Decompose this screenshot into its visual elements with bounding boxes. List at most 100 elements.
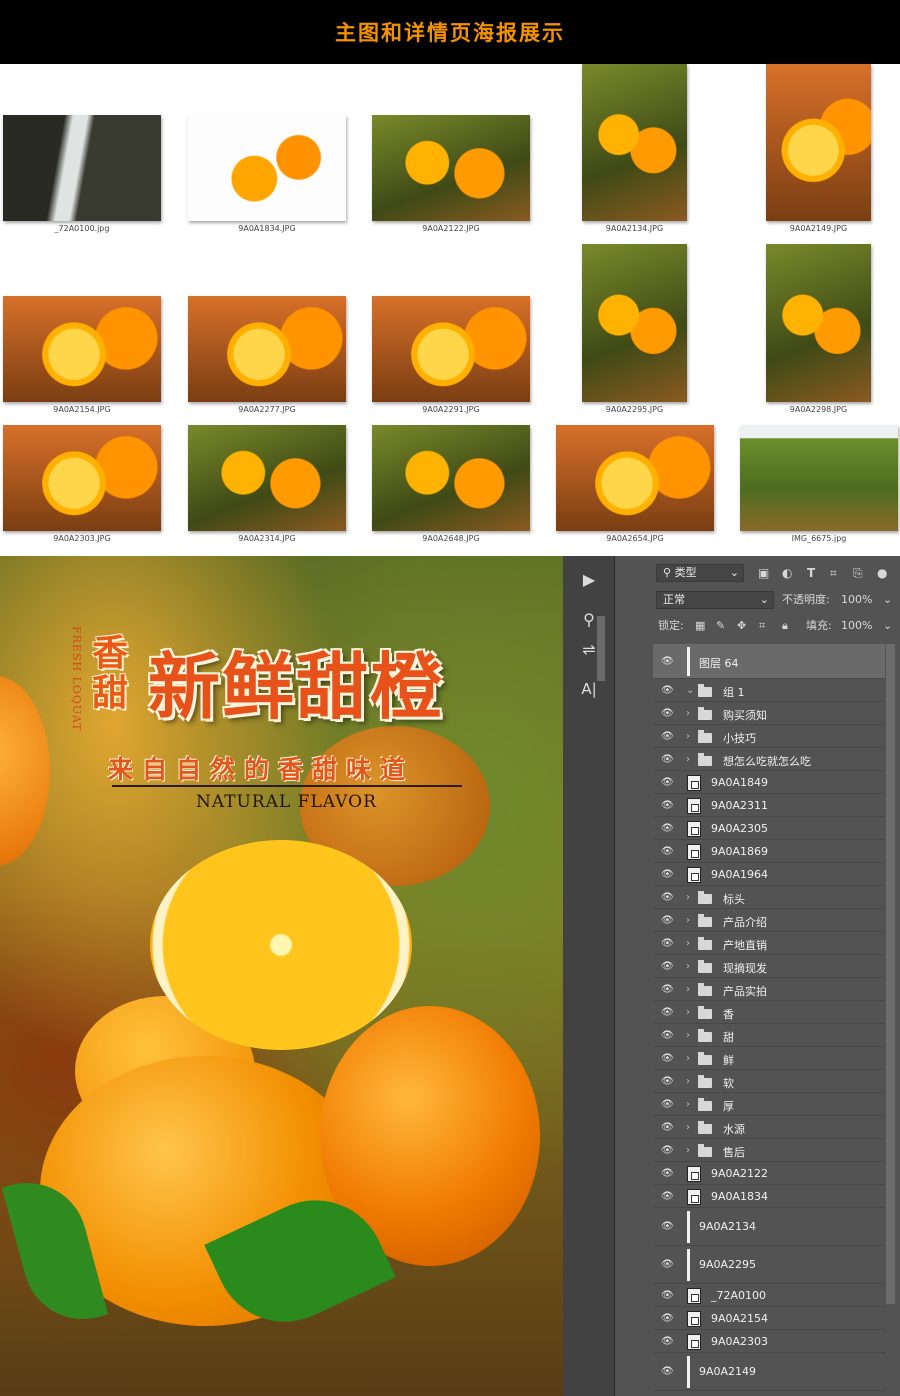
thumbnail[interactable]: 9A0A2654.JPG: [556, 425, 714, 545]
layer-row[interactable]: 👁︎ › 现摘现发: [653, 955, 885, 978]
lock-all-icon[interactable]: 🔒︎: [782, 617, 788, 635]
blend-mode-select[interactable]: 正常 ⌄: [656, 591, 774, 609]
layer-row[interactable]: 👁︎ 9A0A1849: [653, 771, 885, 794]
visibility-eye-icon[interactable]: 👁︎: [661, 1336, 675, 1347]
layer-row[interactable]: 👁︎ › 鲜: [653, 1047, 885, 1070]
thumbnail[interactable]: 9A0A2291.JPG: [372, 296, 530, 416]
visibility-eye-icon[interactable]: 👁︎: [661, 1122, 675, 1133]
opacity-value[interactable]: 100%: [841, 591, 872, 609]
layer-row[interactable]: 👁︎ 9A0A2303: [653, 1330, 885, 1353]
thumbnail[interactable]: 9A0A2295.JPG: [582, 244, 687, 416]
visibility-eye-icon[interactable]: 👁︎: [661, 846, 675, 857]
play-icon[interactable]: ▶: [563, 566, 615, 592]
visibility-eye-icon[interactable]: 👁︎: [661, 1367, 675, 1377]
visibility-eye-icon[interactable]: 👁︎: [661, 1007, 675, 1018]
chevron-right-icon[interactable]: ›: [686, 915, 690, 926]
layer-row[interactable]: 👁︎ 9A0A2305: [653, 817, 885, 840]
visibility-eye-icon[interactable]: 👁︎: [661, 869, 675, 880]
visibility-eye-icon[interactable]: 👁︎: [661, 1145, 675, 1156]
chevron-right-icon[interactable]: ›: [686, 1145, 690, 1156]
chevron-right-icon[interactable]: ›: [686, 731, 690, 742]
chevron-right-icon[interactable]: ›: [686, 1030, 690, 1041]
toolbar-scrollbar[interactable]: [597, 616, 605, 681]
thumbnail[interactable]: 9A0A2648.JPG: [372, 425, 530, 545]
layer-row[interactable]: 👁︎ › 小技巧: [653, 725, 885, 748]
layer-row[interactable]: 👁︎ ⌄ 组 1: [653, 679, 885, 702]
lock-move-icon[interactable]: ✥: [737, 617, 746, 635]
layer-row[interactable]: 👁︎ › 软: [653, 1070, 885, 1093]
layer-row[interactable]: 👁︎ _72A0100: [653, 1284, 885, 1307]
visibility-eye-icon[interactable]: 👁︎: [661, 685, 675, 696]
visibility-eye-icon[interactable]: 👁︎: [661, 1313, 675, 1324]
layer-row[interactable]: 👁︎ 9A0A2122: [653, 1162, 885, 1185]
visibility-eye-icon[interactable]: 👁︎: [661, 938, 675, 949]
visibility-eye-icon[interactable]: 👁︎: [661, 961, 675, 972]
chevron-right-icon[interactable]: ›: [686, 938, 690, 949]
layer-row[interactable]: 👁︎ › 产地直销: [653, 932, 885, 955]
chevron-right-icon[interactable]: ›: [686, 961, 690, 972]
layer-row[interactable]: 👁︎ › 售后: [653, 1139, 885, 1162]
layer-row[interactable]: 👁︎ 9A0A2295: [653, 1246, 885, 1284]
layer-row[interactable]: 👁︎ 9A0A1869: [653, 840, 885, 863]
filter-kind-select[interactable]: ⚲ 类型 ⌄: [656, 564, 744, 582]
visibility-eye-icon[interactable]: 👁︎: [661, 1053, 675, 1064]
visibility-eye-icon[interactable]: 👁︎: [661, 915, 675, 926]
layer-row[interactable]: 👁︎ 图层 64: [653, 644, 885, 679]
thumbnail[interactable]: 9A0A2154.JPG: [3, 296, 161, 416]
filter-toggle-icon[interactable]: ●: [877, 564, 887, 582]
layer-row[interactable]: 👁︎ › 想怎么吃就怎么吃: [653, 748, 885, 771]
layer-row[interactable]: 👁︎ 9A0A2149: [653, 1353, 885, 1391]
thumbnail[interactable]: 9A0A2314.JPG: [188, 425, 346, 545]
chevron-right-icon[interactable]: ›: [686, 1122, 690, 1133]
chevron-right-icon[interactable]: ›: [686, 892, 690, 903]
thumbnail[interactable]: 9A0A2134.JPG: [582, 64, 687, 235]
filter-type-icon[interactable]: T: [807, 564, 815, 582]
layer-row[interactable]: 👁︎ 9A0A2134: [653, 1208, 885, 1246]
visibility-eye-icon[interactable]: 👁︎: [661, 1260, 675, 1270]
visibility-eye-icon[interactable]: 👁︎: [661, 1099, 675, 1110]
visibility-eye-icon[interactable]: 👁︎: [661, 1290, 675, 1301]
layer-row[interactable]: 👁︎ › 标头: [653, 886, 885, 909]
visibility-eye-icon[interactable]: 👁︎: [661, 731, 675, 742]
visibility-eye-icon[interactable]: 👁︎: [661, 708, 675, 719]
visibility-eye-icon[interactable]: 👁︎: [661, 1222, 675, 1232]
chevron-right-icon[interactable]: ›: [686, 984, 690, 995]
chevron-right-icon[interactable]: ›: [686, 1076, 690, 1087]
thumbnail[interactable]: 9A0A2298.JPG: [766, 244, 871, 416]
chevron-right-icon[interactable]: ›: [686, 708, 690, 719]
layer-row[interactable]: 👁︎ › 水源: [653, 1116, 885, 1139]
brush-settings-icon[interactable]: ⚲: [563, 606, 615, 632]
chevron-right-icon[interactable]: ›: [686, 754, 690, 765]
thumbnail[interactable]: 9A0A1834.JPG: [188, 115, 346, 235]
visibility-eye-icon[interactable]: 👁︎: [661, 892, 675, 903]
visibility-eye-icon[interactable]: 👁︎: [661, 1030, 675, 1041]
layer-row[interactable]: 👁︎ › 香: [653, 1001, 885, 1024]
adjust-icon[interactable]: ⇌: [563, 636, 615, 662]
visibility-eye-icon[interactable]: 👁︎: [661, 800, 675, 811]
chevron-down-icon[interactable]: ⌄: [686, 685, 694, 696]
visibility-eye-icon[interactable]: 👁︎: [661, 1076, 675, 1087]
filter-adjust-icon[interactable]: ◐: [782, 564, 792, 582]
filter-image-icon[interactable]: ▣: [758, 564, 769, 582]
visibility-eye-icon[interactable]: 👁︎: [661, 656, 675, 667]
visibility-eye-icon[interactable]: 👁︎: [661, 1168, 675, 1179]
lock-brush-icon[interactable]: ✎: [716, 617, 725, 635]
chevron-right-icon[interactable]: ›: [686, 1053, 690, 1064]
filter-shape-icon[interactable]: ⌗: [830, 564, 837, 582]
visibility-eye-icon[interactable]: 👁︎: [661, 754, 675, 765]
layer-row[interactable]: 👁︎ › 厚: [653, 1093, 885, 1116]
layer-row[interactable]: 👁︎ › 购买须知: [653, 702, 885, 725]
chevron-right-icon[interactable]: ›: [686, 1099, 690, 1110]
layer-row[interactable]: 👁︎ 9A0A2311: [653, 794, 885, 817]
layer-row[interactable]: 👁︎ › 甜: [653, 1024, 885, 1047]
thumbnail[interactable]: 9A0A2149.JPG: [766, 64, 871, 235]
visibility-eye-icon[interactable]: 👁︎: [661, 984, 675, 995]
lock-artboard-icon[interactable]: ⌗: [759, 617, 765, 635]
thumbnail[interactable]: 9A0A2277.JPG: [188, 296, 346, 416]
filter-smart-icon[interactable]: ⎘: [853, 564, 863, 582]
chevron-down-icon[interactable]: ⌄: [883, 617, 892, 635]
lock-transparent-icon[interactable]: ▦: [695, 617, 705, 635]
visibility-eye-icon[interactable]: 👁︎: [661, 1191, 675, 1202]
fill-value[interactable]: 100%: [841, 617, 872, 635]
chevron-down-icon[interactable]: ⌄: [883, 591, 892, 609]
